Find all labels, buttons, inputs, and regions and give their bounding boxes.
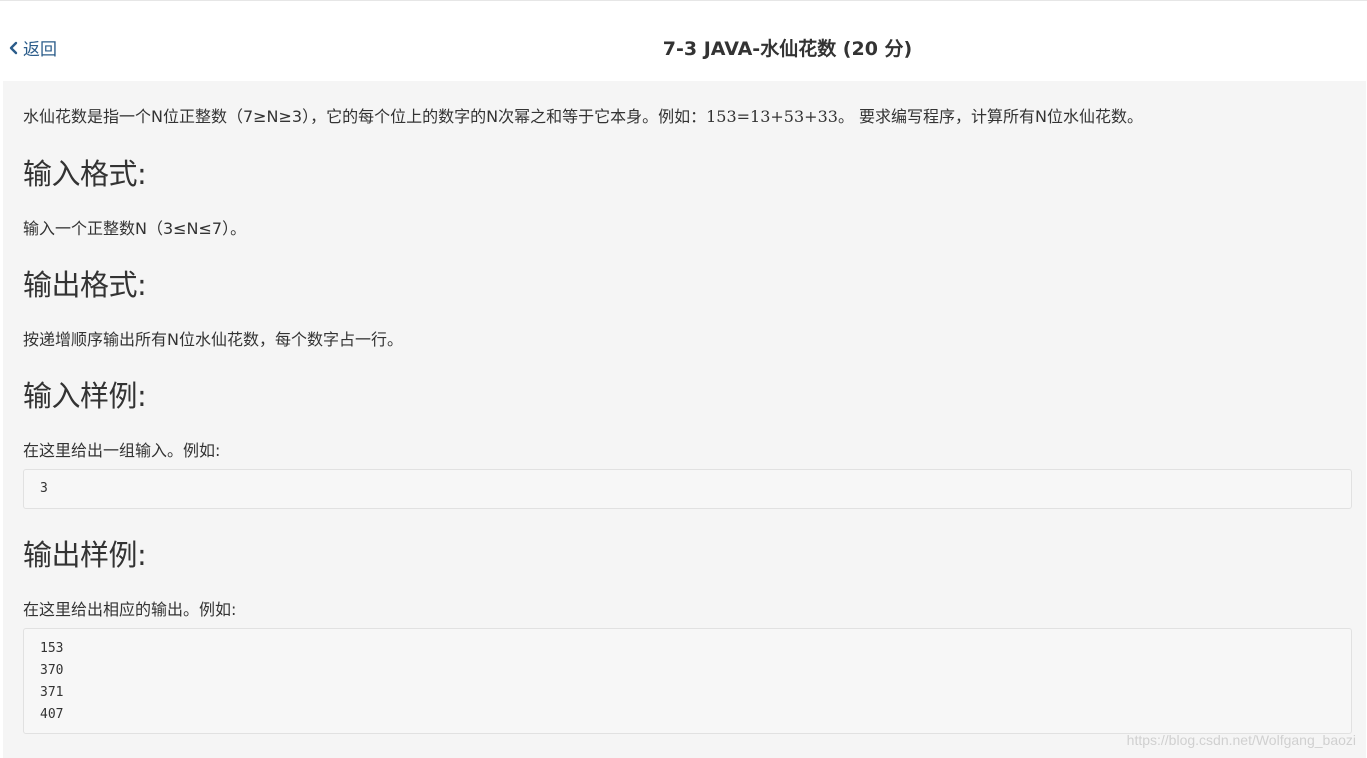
input-format-heading: 输入格式: xyxy=(23,157,147,191)
code-line: 371 xyxy=(40,685,64,700)
page-header: 返回 7-3 JAVA-水仙花数 (20 分) xyxy=(0,1,1367,81)
page-title-text: 7-3 JAVA-水仙花数 (20 分) xyxy=(662,38,913,60)
problem-description: 水仙花数是指一个N位正整数（7≥N≥3），它的每个位上的数字的N次幂之和等于它本… xyxy=(23,103,1143,127)
output-format-heading: 输出格式: xyxy=(23,268,147,302)
code-line: 370 xyxy=(40,663,64,678)
problem-content: 水仙花数是指一个N位正整数（7≥N≥3），它的每个位上的数字的N次幂之和等于它本… xyxy=(3,81,1366,758)
output-format-text: 按递增顺序输出所有N位水仙花数，每个数字占一行。 xyxy=(23,330,403,349)
sample-input-heading: 输入样例: xyxy=(23,379,147,413)
code-line: 3 xyxy=(40,481,48,496)
code-line: 153 xyxy=(40,641,64,656)
watermark: https://blog.csdn.net/Wolfgang_baozi xyxy=(1126,732,1356,748)
code-line: 407 xyxy=(40,707,64,722)
page-title: 7-3 JAVA-水仙花数 (20 分) xyxy=(0,34,1367,61)
description-post: 。 要求编写程序，计算所有N位水仙花数。 xyxy=(837,107,1143,126)
sample-input-block[interactable]: 3 xyxy=(23,469,1352,509)
description-pre: 水仙花数是指一个N位正整数（7≥N≥3），它的每个位上的数字的N次幂之和等于它本… xyxy=(23,107,707,126)
sample-input-intro: 在这里给出一组输入。例如: xyxy=(23,441,221,460)
input-format-text: 输入一个正整数N（3≤N≤7）。 xyxy=(23,219,247,238)
description-math: 153=13+53+33 xyxy=(706,107,838,126)
sample-output-heading: 输出样例: xyxy=(23,538,147,572)
sample-output-block[interactable]: 153 370 371 407 xyxy=(23,628,1352,734)
sample-output-intro: 在这里给出相应的输出。例如: xyxy=(23,600,237,619)
